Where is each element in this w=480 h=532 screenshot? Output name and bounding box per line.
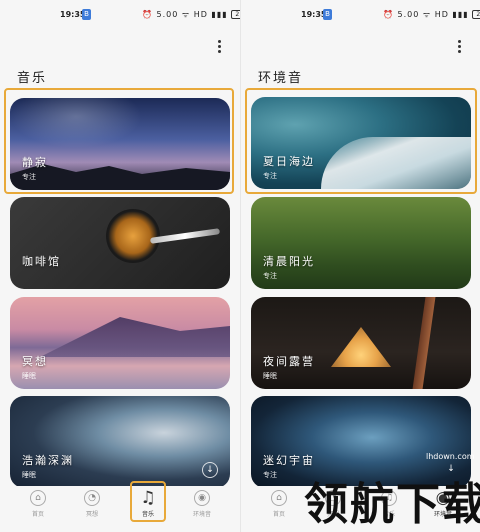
card-tag: 专注: [263, 172, 277, 180]
card-quiet[interactable]: 静寂 专注: [10, 98, 230, 190]
bluetooth-icon: B: [323, 9, 332, 20]
nav-home[interactable]: ⌂ 首页: [259, 490, 299, 518]
card-name: 浩瀚深渊: [22, 454, 74, 467]
status-bar: 19:35 B ⏰ 5.00 ᯤ HD ▮▮▮ 29: [241, 0, 480, 30]
ambient-icon: ◉: [194, 490, 210, 506]
nav-ambient[interactable]: ◉ 环境音: [182, 490, 222, 518]
meditation-icon: ◔: [84, 490, 100, 506]
status-bar: 19:35 B ⏰ 5.00 ᯤ HD ▮▮▮ 29: [0, 0, 240, 30]
nav-label: 首页: [272, 511, 285, 518]
nav-label: 冥想: [85, 511, 98, 518]
card-night-camping[interactable]: 夜间露营 睡眠: [251, 297, 471, 389]
card-cafe[interactable]: 咖啡馆: [10, 197, 230, 289]
nav-meditation[interactable]: ◔ 冥想: [72, 490, 112, 518]
more-menu-icon[interactable]: [218, 40, 222, 54]
card-name: 夏日海边: [263, 155, 315, 168]
card-name: 夜间露营: [263, 355, 315, 368]
nav-label: 环境音: [192, 511, 211, 518]
card-tag: 专注: [263, 471, 277, 479]
card-tag: 专注: [22, 173, 36, 181]
status-icons: ⏰ 5.00 ᯤ HD ▮▮▮ 29: [142, 9, 240, 20]
watermark-logo: 领航下载: [304, 479, 480, 530]
card-tag: 睡眠: [22, 372, 36, 380]
coffee-cup-image: [106, 209, 160, 263]
card-tag: 睡眠: [22, 471, 36, 479]
section-title: 环境音: [258, 71, 304, 86]
nav-music[interactable]: ♫ 音乐: [128, 488, 168, 519]
card-name: 迷幻宇宙: [263, 454, 315, 467]
nav-label: 音乐: [141, 511, 154, 518]
music-note-icon: ♫: [140, 488, 156, 508]
card-name: 冥想: [22, 355, 48, 368]
bluetooth-icon: B: [82, 9, 91, 20]
battery-icon: 29: [231, 10, 240, 19]
home-icon: ⌂: [271, 490, 287, 506]
bottom-navigation: ⌂ 首页 ◔ 冥想 ♫ 音乐 ◉ 环境音: [0, 486, 240, 532]
card-meditation[interactable]: 冥想 睡眠: [10, 297, 230, 389]
watermark-url: lhdown.com: [426, 452, 475, 461]
card-summer-beach[interactable]: 夏日海边 专注: [251, 97, 471, 189]
more-menu-icon[interactable]: [458, 40, 462, 54]
battery-icon: 29: [472, 10, 480, 19]
card-tag: 睡眠: [263, 372, 277, 380]
nav-label: 首页: [31, 511, 44, 518]
status-icons-text: ⏰ 5.00 ᯤ HD ▮▮▮: [142, 10, 228, 19]
tent-image: [331, 327, 391, 367]
card-name: 静寂: [22, 156, 48, 169]
home-icon: ⌂: [30, 490, 46, 506]
status-icons: ⏰ 5.00 ᯤ HD ▮▮▮ 29: [383, 9, 480, 20]
nav-home[interactable]: ⌂ 首页: [18, 490, 58, 518]
download-icon[interactable]: ↓: [202, 462, 218, 478]
card-name: 咖啡馆: [22, 255, 61, 268]
card-tag: 专注: [263, 272, 277, 280]
card-abyss[interactable]: 浩瀚深渊 睡眠 ↓: [10, 396, 230, 488]
card-name: 清晨阳光: [263, 255, 315, 268]
music-screen: 19:35 B ⏰ 5.00 ᯤ HD ▮▮▮ 29 音乐 静寂 专注 咖啡馆 …: [0, 0, 240, 532]
card-morning-sun[interactable]: 清晨阳光 专注: [251, 197, 471, 289]
section-title: 音乐: [17, 71, 48, 86]
status-icons-text: ⏰ 5.00 ᯤ HD ▮▮▮: [383, 10, 469, 19]
